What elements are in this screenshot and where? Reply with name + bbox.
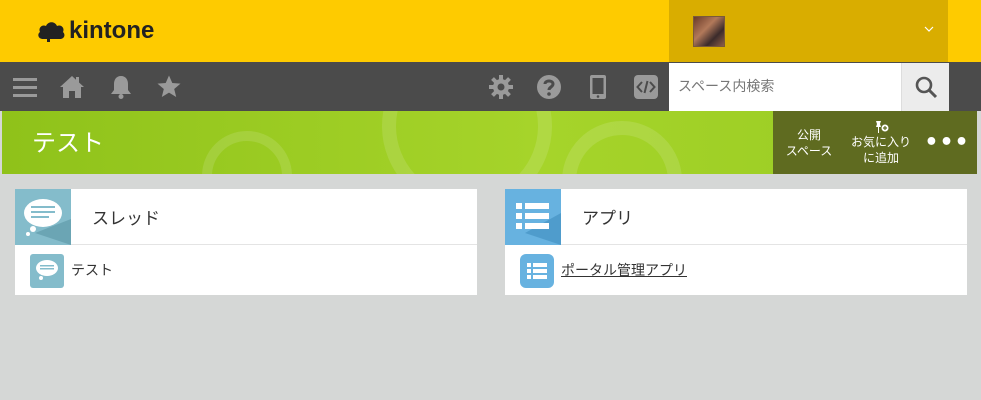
space-banner: テスト 公開 スペース お気に入り に追加 ••• [2, 111, 977, 174]
threads-panel: スレッド テスト [15, 189, 477, 295]
search-input[interactable] [669, 63, 901, 111]
threads-panel-title: スレッド [92, 209, 160, 229]
help-icon[interactable] [536, 74, 562, 100]
space-actions: 公開 スペース お気に入り に追加 ••• [773, 111, 977, 174]
app-link[interactable]: ポータル管理アプリ [561, 260, 687, 280]
code-icon[interactable] [633, 74, 659, 100]
kintone-logo[interactable]: kintone [36, 17, 154, 45]
apps-panel-header: アプリ [505, 189, 967, 245]
add-favorite-button[interactable]: お気に入り に追加 [845, 111, 917, 174]
user-avatar [693, 16, 725, 47]
menu-icon[interactable] [12, 74, 38, 100]
pin-add-icon [876, 120, 889, 133]
list-item[interactable]: テスト [15, 245, 477, 295]
app-list-icon [520, 254, 554, 288]
home-icon[interactable] [59, 74, 85, 100]
cloud-logo-icon [38, 22, 65, 42]
gear-icon[interactable] [488, 74, 514, 100]
search-button[interactable] [901, 63, 949, 111]
logo-text: kintone [69, 17, 155, 44]
bell-icon[interactable] [108, 74, 134, 100]
more-options-button[interactable]: ••• [917, 111, 977, 174]
threads-panel-header: スレッド [15, 189, 477, 245]
app-list-icon [505, 189, 561, 245]
user-menu[interactable] [669, 0, 948, 62]
space-search [669, 63, 949, 111]
mobile-icon[interactable] [585, 74, 611, 100]
list-item[interactable]: ポータル管理アプリ [505, 245, 967, 295]
thread-icon [30, 254, 64, 288]
apps-panel: アプリ ポータル管理アプリ [505, 189, 967, 295]
global-toolbar [0, 62, 981, 111]
top-header: kintone [0, 0, 981, 62]
chevron-down-icon[interactable] [924, 24, 934, 34]
search-icon [915, 76, 937, 99]
thread-link[interactable]: テスト [71, 260, 113, 280]
thread-icon [15, 189, 71, 245]
apps-panel-title: アプリ [582, 209, 633, 229]
space-title: テスト [32, 129, 104, 157]
public-space-button[interactable]: 公開 スペース [773, 111, 845, 174]
star-icon[interactable] [156, 74, 182, 100]
